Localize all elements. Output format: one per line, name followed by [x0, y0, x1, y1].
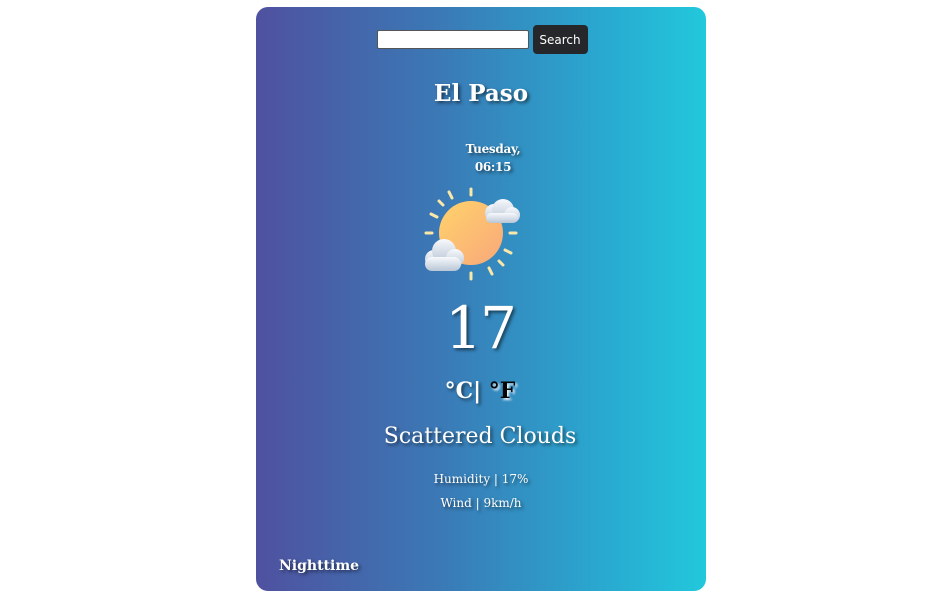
- unit-toggle: °C| °F: [256, 378, 704, 404]
- weather-details: Humidity | 17% Wind | 9km/h: [256, 467, 706, 515]
- fahrenheit-toggle[interactable]: °F: [489, 378, 516, 404]
- temperature-value: 17: [445, 294, 517, 362]
- time-label: 06:15: [474, 160, 512, 174]
- search-input[interactable]: [376, 30, 529, 49]
- sun-behind-clouds-icon: [424, 187, 520, 281]
- date-time: Tuesday, 06:15: [256, 140, 706, 176]
- search-button[interactable]: Search: [532, 25, 588, 54]
- city-name: El Paso: [433, 80, 529, 107]
- wind-label: Wind | 9km/h: [440, 496, 522, 510]
- search-bar: Search: [256, 25, 706, 54]
- celsius-toggle[interactable]: °C|: [445, 378, 482, 404]
- weather-description: Scattered Clouds: [383, 424, 577, 449]
- day-label: Tuesday,: [465, 142, 521, 156]
- weather-card: Search El Paso Tuesday, 06:15 17 °C| °F …: [256, 7, 706, 591]
- time-of-day-label: Nighttime: [279, 558, 360, 574]
- humidity-label: Humidity | 17%: [433, 472, 529, 486]
